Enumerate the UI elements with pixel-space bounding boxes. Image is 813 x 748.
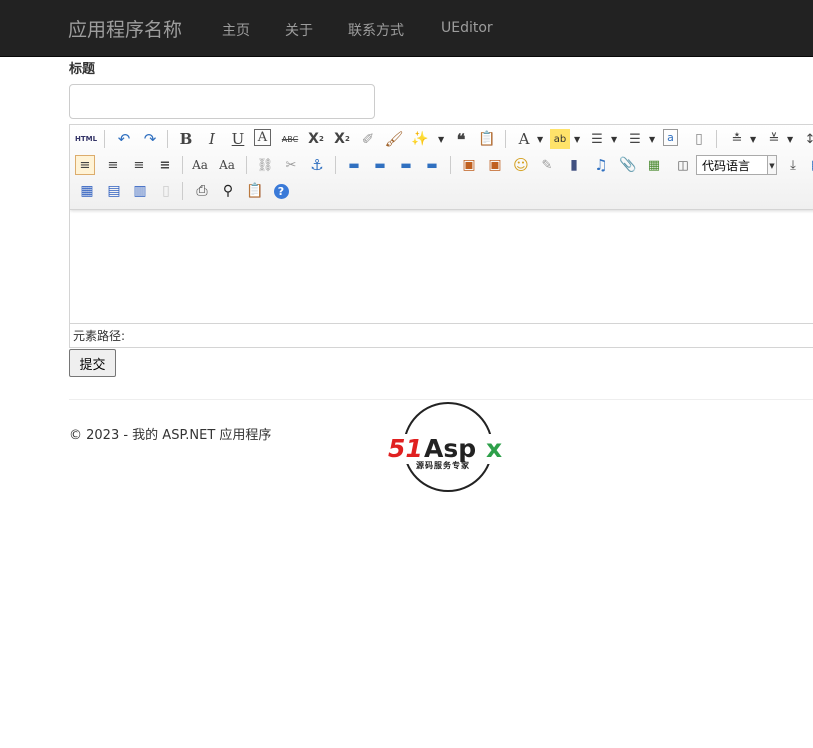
redo-icon[interactable]: ↷ — [140, 129, 160, 149]
font-color-icon[interactable]: A — [514, 129, 534, 149]
scrawl-icon[interactable]: ✎ — [537, 155, 557, 175]
uppercase-icon[interactable]: Aa — [190, 155, 210, 175]
unlink-icon[interactable]: ✂ — [281, 155, 301, 175]
image-none-icon[interactable]: ▬ — [344, 155, 364, 175]
element-path-status: 元素路径: — [70, 323, 813, 347]
nav-about-link[interactable]: 关于 — [285, 20, 313, 40]
editor-content-area[interactable] — [70, 210, 813, 323]
image-right-icon[interactable]: ▬ — [396, 155, 416, 175]
simple-upload-icon[interactable]: ▣ — [459, 155, 479, 175]
chart-icon[interactable]: ▯ — [156, 181, 176, 201]
undo-icon[interactable]: ↶ — [114, 129, 134, 149]
anchor-icon[interactable]: ⚓ — [307, 155, 327, 175]
nav-contact-link[interactable]: 联系方式 — [348, 20, 404, 40]
template-icon[interactable]: ▤ — [807, 155, 813, 175]
insert-frame-icon[interactable]: ◫ — [673, 155, 693, 175]
toolbar-separator — [167, 130, 168, 148]
music-icon[interactable]: ♫ — [591, 155, 611, 175]
unordered-list-dropdown-icon[interactable]: ▼ — [649, 135, 655, 144]
clear-doc-icon[interactable]: ▯ — [689, 129, 709, 149]
toolbar-separator — [104, 130, 105, 148]
title-input[interactable] — [69, 84, 375, 119]
toolbar-separator — [450, 156, 451, 174]
toolbar-separator — [246, 156, 247, 174]
justify-left-icon[interactable]: ≡ — [75, 155, 95, 175]
subscript-icon[interactable]: X2 — [332, 129, 352, 149]
51aspx-logo: 51 Asp x 源码服务专家 — [386, 402, 512, 492]
brand-link[interactable]: 应用程序名称 — [68, 15, 182, 42]
row-spacing-bottom-dropdown-icon[interactable]: ▼ — [787, 135, 793, 144]
insert-col-icon[interactable]: ▥ — [130, 181, 150, 201]
toolbar-separator — [182, 156, 183, 174]
unordered-list-icon[interactable]: ☰ — [625, 129, 645, 149]
eraser-icon[interactable]: ✐ — [358, 129, 378, 149]
image-left-icon[interactable]: ▬ — [370, 155, 390, 175]
justify-right-icon[interactable]: ≡ — [129, 155, 149, 175]
italic-icon[interactable]: I — [202, 129, 222, 149]
highlight-color-icon[interactable]: ab — [550, 129, 570, 149]
navbar: 应用程序名称 主页 关于 联系方式 UEditor — [0, 0, 813, 57]
insert-table-icon[interactable]: ▦ — [77, 181, 97, 201]
format-painter-icon[interactable]: 🖌 — [384, 129, 404, 149]
page-break-icon[interactable]: ⤓ — [783, 155, 803, 175]
footer-copyright: © 2023 - 我的 ASP.NET 应用程序 — [69, 428, 272, 443]
editor-toolbar: HTML ↶ ↷ B I U A ABC X2 X2 ✐ 🖌 ✨ ▼ ❝ 📋 A… — [70, 125, 813, 210]
font-border-icon[interactable]: A — [254, 129, 271, 146]
strikethrough-icon[interactable]: ABC — [280, 129, 300, 149]
svg-text:51: 51 — [388, 434, 423, 463]
svg-text:Asp: Asp — [424, 434, 476, 463]
print-icon[interactable]: ⎙ — [192, 181, 212, 201]
code-language-select[interactable]: 代码语言 — [696, 155, 776, 175]
attachment-icon[interactable]: 📎 — [618, 155, 638, 175]
insert-video-icon[interactable]: ▮ — [564, 155, 584, 175]
justify-center-icon[interactable]: ≡ — [103, 155, 123, 175]
paste-plain-icon[interactable]: 📋 — [477, 129, 497, 149]
svg-text:源码服务专家: 源码服务专家 — [416, 460, 470, 470]
lowercase-icon[interactable]: Aa — [217, 155, 237, 175]
toolbar-separator — [716, 130, 717, 148]
toolbar-separator — [335, 156, 336, 174]
submit-button[interactable]: 提交 — [69, 349, 116, 377]
line-height-icon[interactable]: ↕ — [800, 129, 813, 149]
row-spacing-top-icon[interactable]: ≛ — [727, 129, 747, 149]
insert-row-icon[interactable]: ▤ — [104, 181, 124, 201]
rich-text-editor: HTML ↶ ↷ B I U A ABC X2 X2 ✐ 🖌 ✨ ▼ ❝ 📋 A… — [69, 124, 813, 348]
paste-icon[interactable]: 📋 — [245, 181, 265, 201]
nav-home-link[interactable]: 主页 — [222, 20, 250, 40]
select-all-icon[interactable]: a — [663, 129, 678, 146]
search-replace-icon[interactable]: ⚲ — [218, 181, 238, 201]
ordered-list-icon[interactable]: ☰ — [587, 129, 607, 149]
nav-ueditor-link[interactable]: UEditor — [441, 20, 493, 36]
font-color-dropdown-icon[interactable]: ▼ — [537, 135, 543, 144]
title-label: 标题 — [69, 62, 96, 77]
insert-image-icon[interactable]: ▣ — [485, 155, 505, 175]
auto-format-dropdown-icon[interactable]: ▼ — [438, 135, 444, 144]
emotion-icon[interactable]: ☺ — [511, 155, 531, 175]
underline-icon[interactable]: U — [228, 129, 248, 149]
highlight-dropdown-icon[interactable]: ▼ — [574, 135, 580, 144]
svg-text:x: x — [486, 434, 502, 463]
ordered-list-dropdown-icon[interactable]: ▼ — [611, 135, 617, 144]
justify-full-icon[interactable]: ≡ — [155, 155, 175, 175]
source-html-button[interactable]: HTML — [75, 129, 97, 149]
bold-icon[interactable]: B — [176, 129, 196, 149]
auto-format-icon[interactable]: ✨ — [410, 129, 430, 149]
superscript-icon[interactable]: X2 — [306, 129, 326, 149]
map-icon[interactable]: ▦ — [644, 155, 664, 175]
row-spacing-top-dropdown-icon[interactable]: ▼ — [750, 135, 756, 144]
image-center-icon[interactable]: ▬ — [422, 155, 442, 175]
link-icon[interactable]: ⛓ — [255, 155, 275, 175]
row-spacing-bottom-icon[interactable]: ≚ — [764, 129, 784, 149]
help-icon[interactable]: ? — [271, 181, 291, 201]
blockquote-icon[interactable]: ❝ — [451, 129, 471, 149]
code-language-dropdown-icon[interactable]: ▼ — [767, 155, 777, 175]
toolbar-separator — [182, 182, 183, 200]
toolbar-separator — [505, 130, 506, 148]
